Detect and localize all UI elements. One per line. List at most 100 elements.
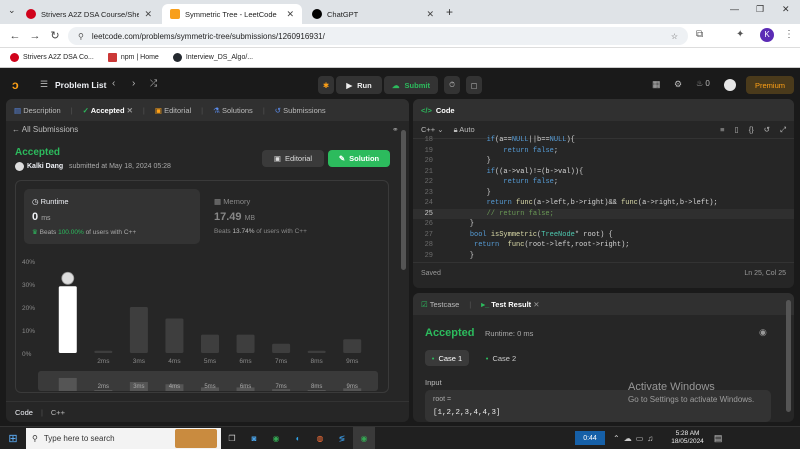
reset-icon[interactable]: ↺ [764,125,770,134]
clock[interactable]: 5:28 AM 18/05/2024 [671,430,704,446]
runtime-bar[interactable] [58,286,77,353]
runtime-bar[interactable] [236,334,255,353]
debug-icon[interactable]: ✱ [318,76,334,94]
format-icon[interactable]: ≡ [720,125,724,134]
firefox-icon[interactable]: ◍ [309,427,331,449]
menu-icon[interactable]: ⋮ [784,29,794,40]
puzzle-icon[interactable]: ✦ [736,29,744,40]
code-line[interactable]: 24 return func(a->left,b->right)&& func(… [413,198,794,209]
code-line[interactable]: 21 if((a->val)!=(b->val)){ [413,167,794,178]
memory-card[interactable]: ▦ Memory 17.49 MB Beats 13.74% of users … [206,189,382,244]
chrome-icon[interactable]: ◉ [265,427,287,449]
bookmark-striver[interactable]: Strivers A2Z DSA Co... [10,53,94,62]
code-line[interactable]: 27 bool isSymmetric(TreeNode* root) { [413,230,794,241]
bookmark-icon[interactable]: ▯ [735,125,739,134]
code-line[interactable]: 29 } [413,251,794,262]
auto-mode[interactable]: 🔒︎ Auto [454,125,475,135]
submit-button[interactable]: ☁ Submit [384,76,438,94]
tab-accepted[interactable]: ✓ Accepted ✕ [83,106,133,115]
bookmark-github[interactable]: Interview_DS_Algo/... [172,53,253,62]
share-link-icon[interactable]: ⚭ [392,125,399,134]
code-line[interactable]: 18 if(a==NULL||b==NULL){ [413,135,794,146]
minimize-button[interactable]: — [730,4,739,14]
runtime-bar[interactable] [165,318,184,354]
maximize-button[interactable]: ❐ [756,4,764,15]
task-view-icon[interactable]: ❐ [221,427,243,449]
result-scrollbar[interactable] [786,300,791,412]
vscode-icon[interactable]: ≶ [331,427,353,449]
taskbar-search-box[interactable]: ⚲ Type here to search [26,427,221,449]
runtime-bar[interactable] [307,350,326,353]
close-icon[interactable]: ✕ [286,9,294,20]
reload-icon[interactable]: ↻ [48,29,62,43]
browser-tab-striver[interactable]: Strivers A2Z DSA Course/Sheet ✕ [18,4,160,24]
camera-app-icon[interactable]: ◙ [243,427,265,449]
tab-testcase[interactable]: ☑ Testcase [421,300,459,309]
browser-tab-chatgpt[interactable]: ChatGPT ✕ [304,4,442,24]
extensions-icon[interactable]: ⧉ [696,29,703,40]
leetcode-logo-icon[interactable]: ↄ [12,78,26,92]
next-problem-icon[interactable]: › [132,78,135,89]
close-icon[interactable]: ✕ [127,106,133,115]
address-bar[interactable]: ⚲ leetcode.com/problems/symmetric-tree/s… [68,27,688,45]
tab-test-result[interactable]: ▸_ Test Result ✕ [481,300,539,309]
close-icon[interactable]: ✕ [533,300,539,309]
windows-start-icon[interactable]: ⊞ [0,427,26,449]
user-avatar[interactable] [724,79,736,91]
window-close-button[interactable]: ✕ [782,4,790,15]
solution-button[interactable]: ✎ Solution [328,150,390,167]
code-line[interactable]: 23 } [413,188,794,199]
runtime-bar[interactable] [201,334,219,353]
braces-icon[interactable]: {} [749,125,754,134]
shuffle-icon[interactable]: ⤮ [150,78,157,89]
close-icon[interactable]: ✕ [144,9,152,20]
timer-icon[interactable]: ⏱ [444,76,460,94]
language-select[interactable]: C++ ⌄ [421,125,444,134]
premium-button[interactable]: Premium [746,76,794,94]
runtime-bar[interactable] [272,343,291,353]
bookmark-npm[interactable]: npm | Home [107,53,159,62]
eye-icon[interactable]: ◉ [759,327,767,338]
new-tab-button[interactable]: + [446,5,453,19]
code-line[interactable]: 28 return func(root->left,root->right); [413,240,794,251]
code-line[interactable]: 19 return false; [413,146,794,157]
layout-icon[interactable]: ▦ [652,79,661,90]
runtime-bar[interactable] [94,350,113,353]
run-button[interactable]: ▶ Run [336,76,382,94]
tab-search-icon[interactable]: ⌄ [8,5,16,16]
streak[interactable]: ♨ 0 [696,79,710,88]
case-2-tab[interactable]: • Case 2 [479,350,523,366]
tab-solutions[interactable]: ⚗ Solutions [213,106,253,115]
system-tray-icons[interactable]: ⌃☁▭♫ [613,434,657,443]
notification-icon[interactable]: ▤ [714,433,723,444]
code-editor[interactable]: 18 if(a==NULL||b==NULL){19 return false;… [413,135,794,262]
tab-submissions[interactable]: ↺ Submissions [275,106,326,115]
prev-problem-icon[interactable]: ‹ [112,78,115,89]
runtime-bar[interactable] [129,307,148,353]
all-submissions-link[interactable]: ← All Submissions [12,125,78,134]
site-info-icon[interactable]: ⚲ [78,32,84,41]
editorial-button[interactable]: ▣ Editorial [262,150,324,167]
code-line[interactable]: 20 } [413,156,794,167]
notes-icon[interactable]: ▢ [466,76,482,94]
left-scrollbar[interactable] [401,130,406,270]
close-icon[interactable]: ✕ [426,9,434,20]
tab-editorial[interactable]: ▣ Editorial [155,106,191,115]
runtime-card[interactable]: ◷ Runtime 0 ms ♛ Beats 100.00% of users … [24,189,200,244]
problem-list-link[interactable]: Problem List [55,80,106,90]
edge-icon[interactable]: ◐ [287,427,309,449]
settings-gear-icon[interactable]: ⚙ [674,79,682,90]
weather-widget[interactable]: 0:44 [575,431,605,445]
tab-description[interactable]: ▤ Description [14,106,61,115]
code-line[interactable]: 25 // return false; [413,208,794,219]
browser-tab-leetcode[interactable]: Symmetric Tree - LeetCode ✕ [162,4,302,24]
case-1-tab[interactable]: • Case 1 [425,350,469,366]
chrome-active-icon[interactable]: ◉ [353,427,375,449]
code-line[interactable]: 22 return false; [413,177,794,188]
fullscreen-icon[interactable]: ⤢ [780,125,786,135]
profile-avatar[interactable]: K [760,28,774,42]
runtime-bar[interactable] [343,339,362,353]
code-line[interactable]: 26 } [413,219,794,230]
back-icon[interactable]: ← [8,29,22,43]
submitter-name[interactable]: Kalki Dang [27,163,63,170]
